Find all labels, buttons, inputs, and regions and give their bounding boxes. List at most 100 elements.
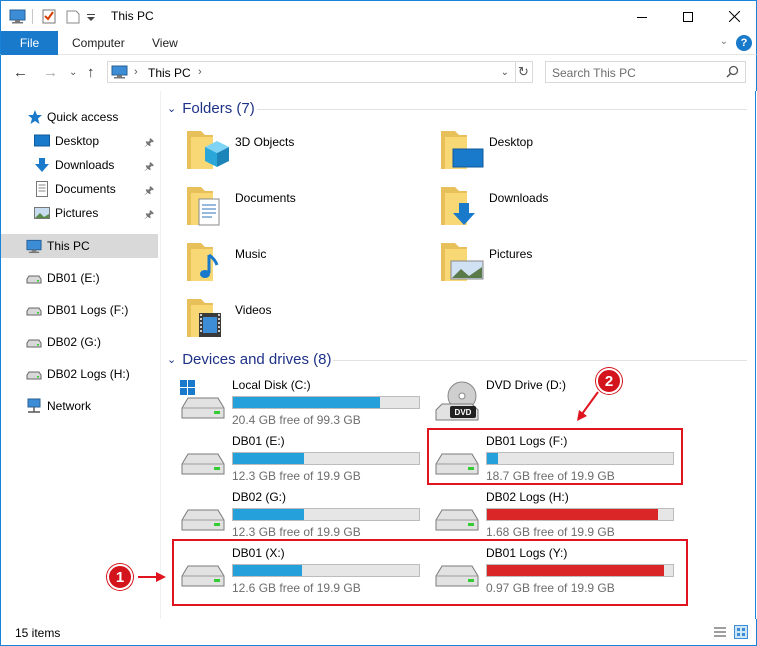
back-button[interactable]: ← — [13, 64, 28, 81]
drive-h[interactable]: DB02 Logs (H:) 1.68 GB free of 19.9 GB — [432, 488, 682, 540]
drive-name: DB01 (E:) — [232, 434, 285, 448]
free-space: 12.3 GB free of 19.9 GB — [232, 525, 361, 539]
drive-e[interactable]: DB01 (E:) 12.3 GB free of 19.9 GB — [178, 432, 428, 484]
sidebar-item-network[interactable]: Network — [1, 394, 158, 418]
windows-drive-icon — [180, 380, 225, 419]
drive-c[interactable]: Local Disk (C:) 20.4 GB free of 99.3 GB — [178, 376, 428, 428]
up-button[interactable]: ↑ — [87, 64, 95, 81]
new-folder-icon[interactable] — [65, 8, 81, 24]
close-icon — [728, 11, 740, 22]
tab-file[interactable]: File — [1, 31, 58, 55]
sidebar-item-drive-f[interactable]: DB01 Logs (F:) — [1, 298, 158, 322]
usage-fill — [487, 509, 659, 520]
sidebar-item-drive-h[interactable]: DB02 Logs (H:) — [1, 362, 158, 386]
folder-name: Pictures — [489, 247, 533, 261]
status-bar: 15 items — [0, 619, 757, 646]
hard-drive-icon — [181, 509, 225, 531]
computer-icon — [26, 239, 42, 254]
folder-desktop[interactable]: Desktop — [437, 125, 687, 181]
properties-icon[interactable] — [41, 8, 57, 24]
sidebar-item-desktop[interactable]: Desktop 🖈 — [1, 129, 158, 153]
forward-button[interactable]: → — [43, 64, 58, 81]
downloads-folder-icon — [441, 187, 475, 225]
folder-pictures[interactable]: Pictures — [437, 237, 687, 293]
group-divider — [333, 360, 747, 361]
group-title: Devices and drives (8) — [182, 351, 332, 368]
pin-icon: 🖈 — [144, 161, 155, 173]
breadcrumb-this-pc[interactable]: This PC — [148, 66, 191, 80]
drive-name: Local Disk (C:) — [232, 378, 311, 392]
sidebar-item-drive-e[interactable]: DB01 (E:) — [1, 266, 158, 290]
tab-computer[interactable]: Computer — [72, 36, 125, 50]
minimize-button[interactable] — [619, 1, 665, 32]
pin-icon: 🖈 — [144, 185, 155, 197]
maximize-icon — [683, 11, 693, 22]
annotation-badge-2: 2 — [596, 368, 622, 394]
help-button[interactable]: ? — [736, 35, 752, 51]
music-folder-icon — [187, 243, 219, 281]
folder-name: Videos — [235, 303, 272, 317]
sidebar-item-this-pc[interactable]: This PC — [1, 234, 158, 258]
folder-music[interactable]: Music — [183, 237, 433, 293]
expand-ribbon-icon[interactable]: ⌄ — [720, 36, 728, 47]
folder-documents[interactable]: Documents — [183, 181, 433, 237]
folders-group-header[interactable]: ⌄ Folders (7) — [167, 100, 255, 117]
address-history-icon[interactable]: ⌄ — [501, 67, 509, 78]
address-bar[interactable]: › This PC › ⌄ — [107, 61, 516, 83]
tab-view[interactable]: View — [152, 36, 178, 50]
sidebar-item-label: DB01 Logs (F:) — [47, 303, 129, 317]
close-button[interactable] — [711, 1, 757, 32]
annotation-box-1 — [172, 539, 688, 606]
usage-bar — [486, 508, 674, 521]
breadcrumb-chevron-icon[interactable]: › — [134, 66, 138, 78]
maximize-button[interactable] — [665, 1, 711, 32]
pictures-folder-icon — [441, 243, 484, 281]
annotation-badge-1: 1 — [107, 564, 133, 590]
videos-folder-icon — [187, 299, 221, 337]
recent-locations-icon[interactable]: ⌄ — [69, 67, 77, 78]
folder-downloads[interactable]: Downloads — [437, 181, 687, 237]
document-icon — [36, 181, 48, 197]
collapse-chevron-icon[interactable]: ⌄ — [167, 102, 176, 115]
navigation-pane: Quick access Desktop 🖈 Downloads 🖈 Docum… — [0, 91, 160, 619]
desktop-folder-icon — [441, 131, 484, 169]
drive-g[interactable]: DB02 (G:) 12.3 GB free of 19.9 GB — [178, 488, 428, 540]
search-box[interactable]: Search This PC — [545, 61, 746, 83]
folder-name: Music — [235, 247, 267, 261]
hard-drive-icon — [435, 509, 479, 531]
breadcrumb-chevron-icon[interactable]: › — [198, 66, 202, 78]
group-title: Folders (7) — [182, 100, 255, 117]
title-bar: This PC — [0, 0, 757, 31]
download-icon — [35, 158, 49, 172]
sidebar-item-label: Documents — [55, 182, 116, 196]
free-space: 1.68 GB free of 19.9 GB — [486, 525, 615, 539]
drive-name: DB02 (G:) — [232, 490, 287, 504]
free-space: 12.3 GB free of 19.9 GB — [232, 469, 361, 483]
search-input[interactable]: Search This PC — [552, 66, 636, 80]
sidebar-item-documents[interactable]: Documents 🖈 — [1, 177, 158, 201]
folder-3d-objects[interactable]: 3D Objects — [183, 125, 433, 181]
details-view-icon[interactable] — [713, 625, 727, 639]
customize-toolbar-icon[interactable] — [85, 8, 97, 24]
sidebar-item-label: Pictures — [55, 206, 99, 220]
devices-group-header[interactable]: ⌄ Devices and drives (8) — [167, 351, 331, 368]
network-icon — [27, 398, 41, 413]
sidebar-item-quick-access[interactable]: Quick access — [1, 105, 158, 129]
usage-fill — [233, 509, 304, 520]
sidebar-item-pictures[interactable]: Pictures 🖈 — [1, 201, 158, 225]
pictures-icon — [34, 207, 50, 219]
refresh-button[interactable]: ↻ — [515, 61, 533, 83]
usage-fill — [233, 453, 304, 464]
collapse-chevron-icon[interactable]: ⌄ — [167, 353, 176, 366]
sidebar-item-label: Network — [47, 399, 92, 413]
folder-videos[interactable]: Videos — [183, 293, 433, 349]
computer-icon[interactable] — [9, 8, 26, 24]
drive-icon — [26, 275, 42, 284]
large-icons-view-icon[interactable] — [734, 625, 748, 639]
drive-icon — [26, 339, 42, 348]
address-row: ← → ⌄ ↑ › This PC › ⌄ ↻ Search This PC — [0, 55, 757, 91]
drive-d[interactable]: DVD DVD Drive (D:) — [432, 376, 682, 428]
sidebar-item-drive-g[interactable]: DB02 (G:) — [1, 330, 158, 354]
sidebar-item-downloads[interactable]: Downloads 🖈 — [1, 153, 158, 177]
content-pane: ⌄ Folders (7) 3D Objects Desktop Documen… — [161, 91, 756, 619]
